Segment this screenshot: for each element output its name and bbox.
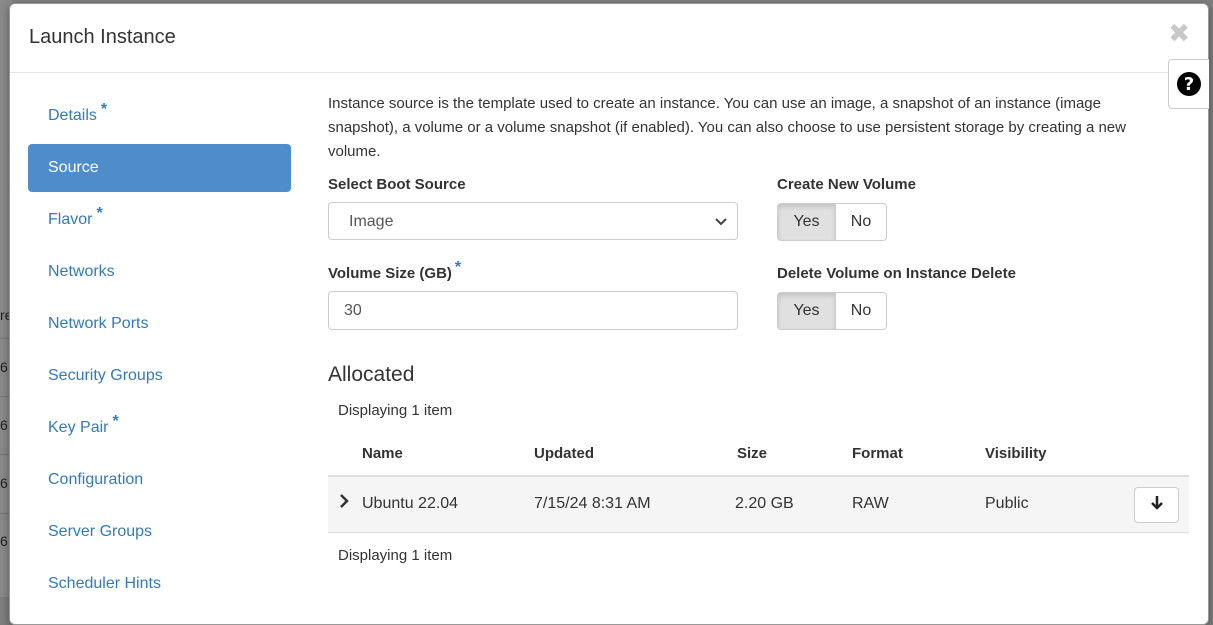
close-icon[interactable]: ✖ xyxy=(1168,20,1190,46)
chevron-right-icon[interactable] xyxy=(338,491,350,517)
column-header-name[interactable]: Name xyxy=(362,445,403,462)
required-marker: * xyxy=(112,413,119,430)
cell-size: 2.20 GB xyxy=(735,495,794,512)
create-volume-label: Create New Volume xyxy=(777,176,916,193)
nav-item-flavor[interactable]: Flavor * xyxy=(28,196,291,244)
nav-item-label: Configuration xyxy=(48,471,144,488)
nav-item-label: Server Groups xyxy=(48,523,153,540)
column-header-updated[interactable]: Updated xyxy=(534,445,594,462)
nav-item-details[interactable]: Details * xyxy=(28,92,291,140)
required-marker: * xyxy=(96,205,103,222)
displaying-count: Displaying 1 item xyxy=(338,547,453,564)
nav-item-server-groups[interactable]: Server Groups xyxy=(28,508,291,556)
volume-size-input[interactable]: 30 xyxy=(328,291,738,330)
delete-volume-no-button[interactable]: No xyxy=(836,292,887,330)
boot-source-value: Image xyxy=(349,213,394,230)
create-volume-no-button[interactable]: No xyxy=(836,203,887,241)
required-marker: * xyxy=(100,101,108,118)
volume-size-label-text: Volume Size (GB) xyxy=(328,265,452,282)
nav-item-label: Scheduler Hints xyxy=(48,575,161,592)
modal-title: Launch Instance xyxy=(29,26,176,48)
boot-source-label: Select Boot Source xyxy=(328,176,466,193)
column-header-size[interactable]: Size xyxy=(737,445,767,462)
delete-volume-toggle: Yes No xyxy=(777,292,887,330)
nav-item-label: Details xyxy=(48,107,97,124)
allocated-table: Name Updated Size Format Visibility Ubun… xyxy=(328,433,1189,533)
nav-item-network-ports[interactable]: Network Ports xyxy=(28,300,291,348)
nav-item-networks[interactable]: Networks xyxy=(28,248,291,296)
nav-item-label: Flavor xyxy=(48,211,93,228)
modal-header: Launch Instance ✖ xyxy=(10,4,1208,73)
nav-item-scheduler-hints[interactable]: Scheduler Hints xyxy=(28,560,291,608)
arrow-down-icon xyxy=(1150,495,1164,516)
nav-item-source[interactable]: Source xyxy=(28,144,291,192)
launch-instance-modal: Launch Instance ✖ ? Details * Source Flav… xyxy=(9,3,1209,625)
nav-item-configuration[interactable]: Configuration xyxy=(28,456,291,504)
displaying-count: Displaying 1 item xyxy=(338,402,453,419)
column-header-format[interactable]: Format xyxy=(852,445,903,462)
create-volume-yes-button[interactable]: Yes xyxy=(777,203,836,241)
required-marker: * xyxy=(454,259,462,276)
cell-visibility: Public xyxy=(985,495,1029,512)
source-description: Instance source is the template used to … xyxy=(328,95,1126,160)
cell-format: RAW xyxy=(852,495,889,512)
source-panel: Instance source is the template used to … xyxy=(328,92,1189,564)
column-header-visibility[interactable]: Visibility xyxy=(985,445,1046,462)
nav-item-label: Security Groups xyxy=(48,367,163,384)
nav-item-label: Networks xyxy=(48,263,115,280)
delete-volume-label: Delete Volume on Instance Delete xyxy=(777,265,1016,282)
nav-item-key-pair[interactable]: Key Pair * xyxy=(28,404,291,452)
delete-volume-yes-button[interactable]: Yes xyxy=(777,292,836,330)
nav-item-label: Source xyxy=(48,159,99,176)
nav-item-label: Network Ports xyxy=(48,315,149,332)
chevron-down-icon xyxy=(715,203,727,256)
cell-name: Ubuntu 22.04 xyxy=(362,495,459,512)
wizard-nav: Details * Source Flavor * Networks Network… xyxy=(28,92,291,612)
boot-source-select[interactable]: Image xyxy=(328,202,738,240)
nav-item-security-groups[interactable]: Security Groups xyxy=(28,352,291,400)
table-header: Name Updated Size Format Visibility xyxy=(328,433,1189,477)
allocated-heading: Allocated xyxy=(328,363,415,386)
cell-updated: 7/15/24 8:31 AM xyxy=(534,495,651,512)
nav-item-label: Key Pair xyxy=(48,419,109,436)
table-row: Ubuntu 22.04 7/15/24 8:31 AM 2.20 GB RAW… xyxy=(328,477,1189,533)
create-volume-toggle: Yes No xyxy=(777,203,887,241)
deallocate-button[interactable] xyxy=(1134,487,1179,523)
volume-size-label: Volume Size (GB) * xyxy=(328,259,461,283)
